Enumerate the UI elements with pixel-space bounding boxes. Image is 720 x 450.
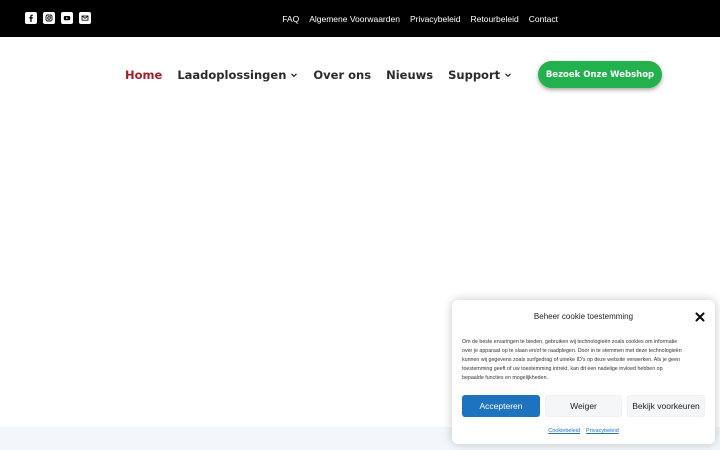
cookie-message-line: kunnen wij gegevens zoals surfgedrag of …	[462, 357, 681, 363]
cookie-links: Cookiebeleid Privacybeleid	[452, 428, 715, 434]
top-links: FAQ Algemene Voorwaarden Privacybeleid R…	[282, 0, 558, 37]
accept-button[interactable]: Accepteren	[462, 395, 540, 417]
nav-item-support[interactable]: Support	[448, 68, 512, 82]
youtube-icon[interactable]	[61, 12, 73, 24]
cookie-consent-dialog: Beheer cookie toestemming Om de beste er…	[452, 300, 715, 444]
page: FAQ Algemene Voorwaarden Privacybeleid R…	[0, 0, 720, 450]
nav-item-label: Support	[448, 68, 501, 82]
nav-item-label: Nieuws	[386, 68, 434, 82]
top-link-faq[interactable]: FAQ	[282, 14, 299, 24]
cookie-policy-link[interactable]: Cookiebeleid	[548, 428, 580, 434]
cookie-message: Om de beste ervaringen te bieden, gebrui…	[462, 338, 706, 383]
nav-item-home[interactable]: Home	[125, 68, 162, 82]
close-icon[interactable]	[694, 311, 706, 323]
mail-icon[interactable]	[79, 12, 91, 24]
deny-button[interactable]: Weiger	[545, 395, 622, 417]
top-link-contact[interactable]: Contact	[529, 14, 558, 24]
main-nav: Home Laadoplossingen Over ons Nieuws Sup…	[125, 66, 527, 84]
webshop-button[interactable]: Bezoek Onze Webshop	[538, 61, 662, 88]
top-bar: FAQ Algemene Voorwaarden Privacybeleid R…	[0, 0, 720, 37]
cookie-message-line: Om de beste ervaringen te bieden, gebrui…	[462, 339, 678, 345]
privacy-policy-link[interactable]: Privacybeleid	[586, 428, 619, 434]
nav-item-over-ons[interactable]: Over ons	[313, 68, 371, 82]
chevron-down-icon	[505, 73, 512, 78]
top-link-retourbeleid[interactable]: Retourbeleid	[471, 14, 519, 24]
nav-item-label: Home	[125, 68, 163, 82]
nav-item-label: Over ons	[313, 68, 372, 82]
instagram-icon[interactable]	[43, 12, 55, 24]
cookie-message-line: bepaalde functies en mogelijkheden.	[462, 375, 548, 381]
cookie-message-line: over je apparaat op te slaan en/of te ra…	[462, 348, 682, 354]
cookie-title: Beheer cookie toestemming	[533, 312, 634, 321]
nav-item-label: Laadoplossingen	[177, 68, 287, 82]
facebook-icon[interactable]	[25, 12, 37, 24]
nav-item-laadoplossingen[interactable]: Laadoplossingen	[177, 68, 298, 82]
view-preferences-button[interactable]: Bekijk voorkeuren	[627, 395, 705, 417]
cookie-message-line: toestemming geeft of uw toestemming intr…	[462, 366, 663, 372]
top-link-privacybeleid[interactable]: Privacybeleid	[410, 14, 461, 24]
top-link-algemene-voorwaarden[interactable]: Algemene Voorwaarden	[309, 14, 400, 24]
nav-item-nieuws[interactable]: Nieuws	[386, 68, 433, 82]
chevron-down-icon	[291, 73, 298, 78]
